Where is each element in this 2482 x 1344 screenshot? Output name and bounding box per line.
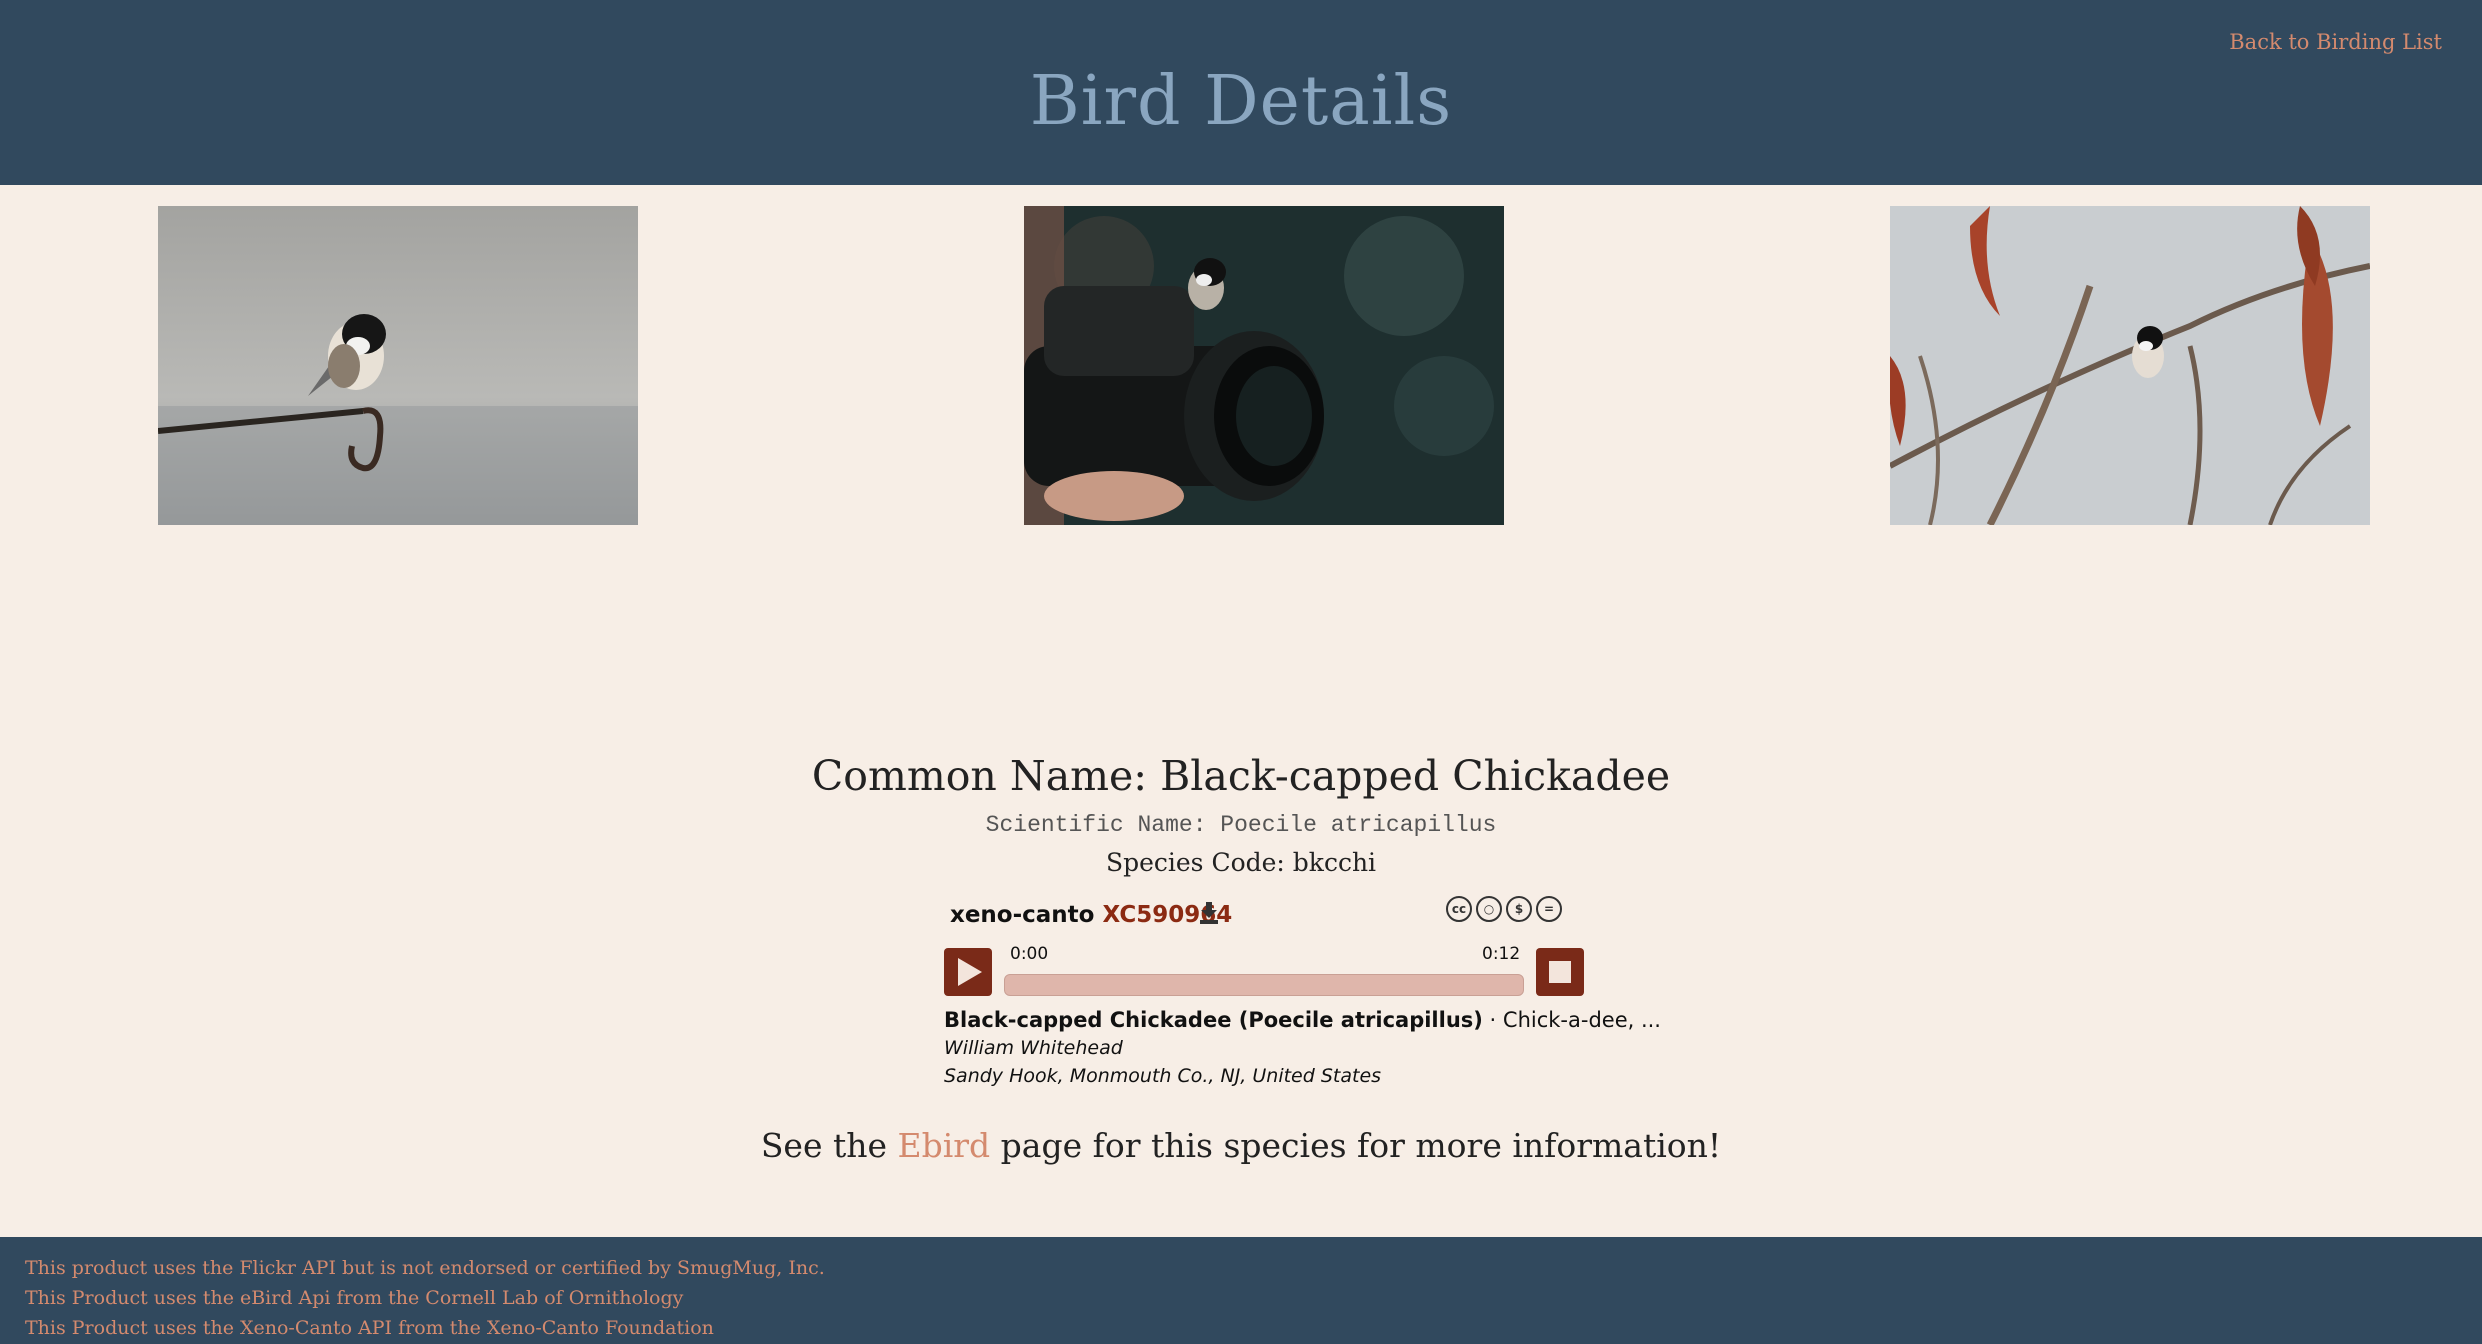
page-footer: This product uses the Flickr API but is … bbox=[0, 1237, 2482, 1344]
chickadee-on-hook-photo[interactable] bbox=[158, 206, 638, 525]
recording-description: · Chick-a-dee, ... bbox=[1482, 1008, 1661, 1032]
ebird-attribution: This Product uses the eBird Api from the… bbox=[25, 1287, 684, 1309]
recording-title: Black-capped Chickadee (Poecile atricapi… bbox=[944, 1008, 1661, 1032]
xeno-canto-brand: xeno-canto XC590964 bbox=[950, 902, 1232, 928]
more-info-prefix: See the bbox=[760, 1126, 898, 1165]
chickadee-on-branch-photo[interactable] bbox=[1890, 206, 2370, 525]
xeno-canto-attribution: This Product uses the Xeno-Canto API fro… bbox=[25, 1317, 714, 1339]
chickadee-on-camera-lens-photo[interactable] bbox=[1024, 206, 1504, 525]
flickr-attribution: This product uses the Flickr API but is … bbox=[25, 1257, 825, 1279]
current-time: 0:00 bbox=[1010, 944, 1049, 964]
species-code: Species Code: bkcchi bbox=[1105, 848, 1377, 877]
recording-species: Black-capped Chickadee (Poecile atricapi… bbox=[944, 1008, 1483, 1032]
recording-location: Sandy Hook, Monmouth Co., NJ, United Sta… bbox=[944, 1065, 1382, 1087]
progress-bar[interactable] bbox=[1004, 974, 1524, 996]
stop-button[interactable] bbox=[1536, 948, 1584, 996]
back-to-birding-list-link[interactable]: Back to Birding List bbox=[2229, 30, 2442, 54]
xeno-canto-player: xeno-canto XC590964 cc ○ $ = 0:00 0:12 B… bbox=[940, 890, 1661, 1090]
noncommercial-icon: $ bbox=[1506, 896, 1532, 922]
attribution-icon: ○ bbox=[1476, 896, 1502, 922]
recordist: William Whitehead bbox=[944, 1037, 1123, 1059]
play-button[interactable] bbox=[944, 948, 992, 996]
cc-icon: cc bbox=[1446, 896, 1472, 922]
play-icon bbox=[958, 958, 982, 986]
common-name: Common Name: Black-capped Chickadee bbox=[811, 752, 1671, 800]
page-title: Bird Details bbox=[1029, 62, 1453, 141]
ebird-link[interactable]: Ebird bbox=[898, 1126, 991, 1165]
duration: 0:12 bbox=[1482, 944, 1521, 964]
download-icon[interactable] bbox=[1198, 900, 1220, 930]
page-header: Bird Details Back to Birding List bbox=[0, 0, 2482, 185]
noderivatives-icon: = bbox=[1536, 896, 1562, 922]
license-icons[interactable]: cc ○ $ = bbox=[1446, 896, 1562, 922]
xeno-canto-label: xeno-canto bbox=[950, 902, 1095, 928]
stop-icon bbox=[1549, 961, 1571, 983]
scientific-name: Scientific Name: Poecile atricapillus bbox=[985, 812, 1497, 838]
more-info-text: See the Ebird page for this species for … bbox=[0, 1126, 2482, 1165]
more-info-suffix: page for this species for more informati… bbox=[990, 1126, 1722, 1165]
